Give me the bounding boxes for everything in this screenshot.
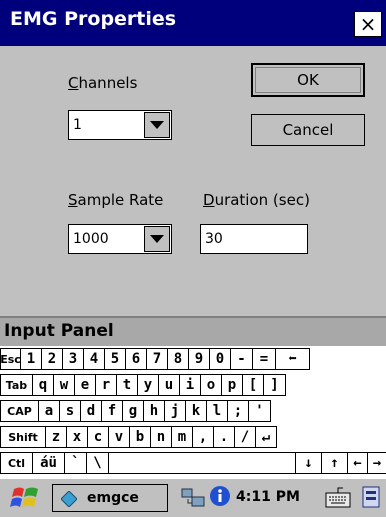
key-v[interactable]: v xyxy=(108,426,130,448)
key-2[interactable]: 2 xyxy=(41,348,63,370)
key-n[interactable]: n xyxy=(150,426,172,448)
key-i[interactable]: i xyxy=(179,374,201,396)
key-h[interactable]: h xyxy=(143,400,165,422)
channels-label: Channels xyxy=(68,74,138,92)
soft-keyboard: Esc 1 2 3 4 5 6 7 8 9 0- = ⬅ Tab q w e r t y u i o p[] CAP a s d f… xyxy=(0,346,386,478)
ok-button[interactable]: OK xyxy=(251,63,365,97)
key-y[interactable]: y xyxy=(137,374,159,396)
key-s[interactable]: s xyxy=(59,400,81,422)
key-arrow-right[interactable]: → xyxy=(367,452,386,474)
key-e[interactable]: e xyxy=(74,374,96,396)
sample-rate-value: 1000 xyxy=(73,231,109,247)
key-`[interactable]: ` xyxy=(64,452,87,474)
input-panel-title: Input Panel xyxy=(4,321,114,341)
channels-dropdown[interactable]: 1 xyxy=(68,110,172,140)
key-a[interactable]: a xyxy=(38,400,60,422)
key--[interactable]: - xyxy=(230,348,253,370)
key-x[interactable]: x xyxy=(66,426,88,448)
key-8[interactable]: 8 xyxy=(167,348,189,370)
key-z[interactable]: z xyxy=(45,426,67,448)
key-'[interactable]: ' xyxy=(248,400,271,422)
duration-value: 30 xyxy=(205,231,223,247)
app-icon xyxy=(60,490,78,511)
duration-field[interactable]: 30 xyxy=(200,224,308,254)
network-icon[interactable] xyxy=(180,485,206,513)
keyboard-icon[interactable] xyxy=(325,485,351,515)
key-1[interactable]: 1 xyxy=(20,348,42,370)
key-7[interactable]: 7 xyxy=(146,348,168,370)
close-button[interactable]: × xyxy=(354,11,382,37)
key-/[interactable]: / xyxy=(234,426,256,448)
key-k[interactable]: k xyxy=(185,400,207,422)
close-icon: × xyxy=(359,12,377,36)
channels-value: 1 xyxy=(73,117,82,133)
start-button[interactable] xyxy=(10,485,42,511)
key-d[interactable]: d xyxy=(80,400,102,422)
clock[interactable]: 4:11 PM xyxy=(236,489,300,505)
input-menu-icon[interactable] xyxy=(361,485,383,515)
key-m[interactable]: m xyxy=(171,426,193,448)
key-5[interactable]: 5 xyxy=(104,348,126,370)
key-caps-lock[interactable]: CAP xyxy=(0,400,39,422)
sample-rate-dropdown[interactable]: 1000 xyxy=(68,224,172,254)
key-g[interactable]: g xyxy=(122,400,144,422)
taskbar-app-label: emgce xyxy=(87,490,139,506)
key-r[interactable]: r xyxy=(95,374,117,396)
duration-label: Duration (sec) xyxy=(203,191,310,209)
window-title: EMG Properties xyxy=(10,8,177,30)
key-w[interactable]: w xyxy=(53,374,75,396)
key-q[interactable]: q xyxy=(32,374,54,396)
key-;[interactable]: ; xyxy=(227,400,249,422)
taskbar: emgce 4:11 PM xyxy=(0,478,386,517)
key-4[interactable]: 4 xyxy=(83,348,105,370)
input-panel-header: Input Panel xyxy=(0,318,386,346)
key-0[interactable]: 0 xyxy=(209,348,231,370)
key-arrow-left[interactable]: ← xyxy=(347,452,368,474)
key-u[interactable]: u xyxy=(158,374,180,396)
key-=[interactable]: = xyxy=(252,348,276,370)
key-o[interactable]: o xyxy=(200,374,222,396)
key-shift[interactable]: Shift xyxy=(0,426,46,448)
taskbar-app-emgce[interactable]: emgce xyxy=(52,484,168,512)
key-arrow-down[interactable]: ↓ xyxy=(295,452,322,474)
key-,[interactable]: , xyxy=(192,426,214,448)
key-t[interactable]: t xyxy=(116,374,138,396)
key-f[interactable]: f xyxy=(101,400,123,422)
key-3[interactable]: 3 xyxy=(62,348,84,370)
key-backspace[interactable]: ⬅ xyxy=(275,348,310,370)
key-accents[interactable]: áü xyxy=(32,452,65,474)
key-\[interactable]: \ xyxy=(86,452,109,474)
key-arrow-up[interactable]: ↑ xyxy=(321,452,348,474)
sample-rate-label: Sample Rate xyxy=(68,191,164,209)
key-9[interactable]: 9 xyxy=(188,348,210,370)
key-][interactable]: ] xyxy=(263,374,286,396)
key-tab[interactable]: Tab xyxy=(0,374,33,396)
key-ctrl[interactable]: Ctl xyxy=(0,452,33,474)
key-c[interactable]: c xyxy=(87,426,109,448)
key-b[interactable]: b xyxy=(129,426,151,448)
key-.[interactable]: . xyxy=(213,426,235,448)
chevron-down-icon[interactable] xyxy=(144,112,170,138)
key-6[interactable]: 6 xyxy=(125,348,147,370)
key-j[interactable]: j xyxy=(164,400,186,422)
key-space[interactable] xyxy=(108,452,296,474)
info-icon[interactable] xyxy=(209,485,231,511)
chevron-down-icon[interactable] xyxy=(144,226,170,252)
windows-flag-icon xyxy=(10,487,38,507)
key-p[interactable]: p xyxy=(221,374,243,396)
title-bar: EMG Properties × xyxy=(0,0,386,46)
key-[[interactable]: [ xyxy=(242,374,264,396)
key-enter[interactable]: ↵ xyxy=(255,426,277,448)
properties-dialog: Channels 1 Sample Rate 1000 Duration (se… xyxy=(0,46,386,316)
cancel-button[interactable]: Cancel xyxy=(251,114,365,146)
key-l[interactable]: l xyxy=(206,400,228,422)
key-escape[interactable]: Esc xyxy=(0,348,21,370)
